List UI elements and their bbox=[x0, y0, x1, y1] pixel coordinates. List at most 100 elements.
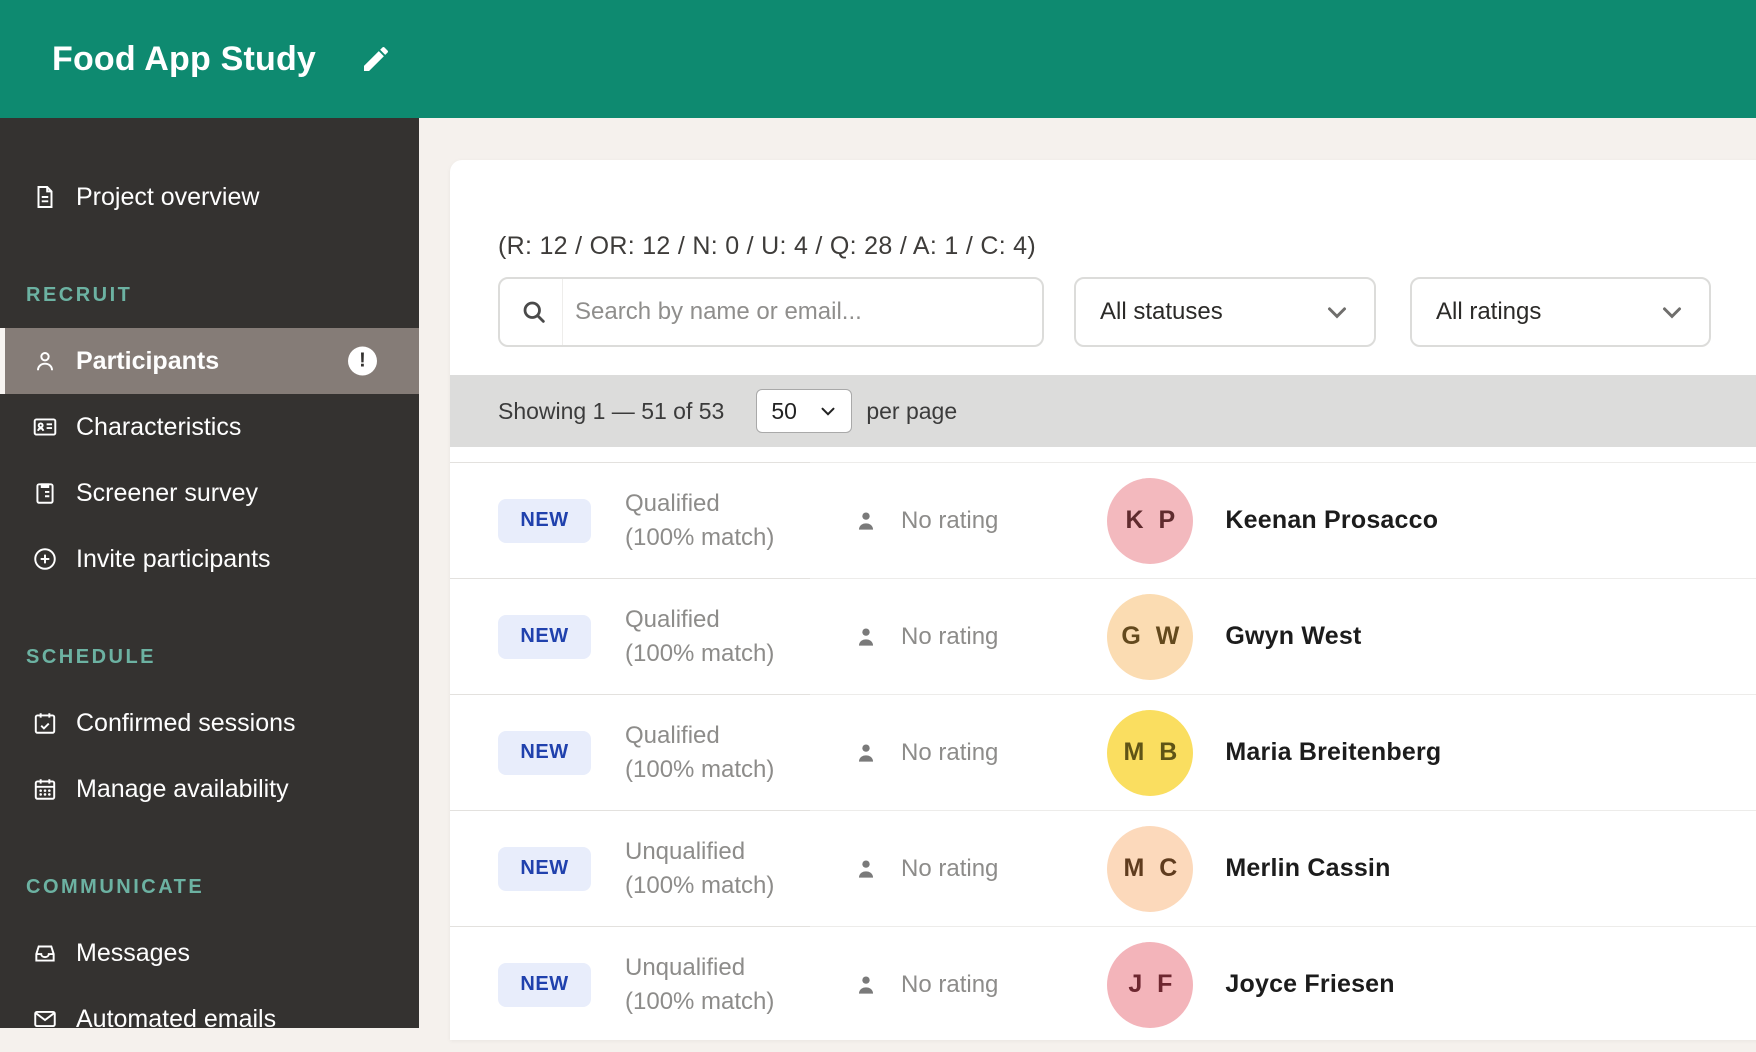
status-cell: NEW Unqualified (100% match) bbox=[450, 926, 810, 1042]
person-icon bbox=[853, 856, 879, 882]
sidebar-item-label: Automated emails bbox=[76, 1005, 276, 1034]
person-icon bbox=[853, 740, 879, 766]
rating-label: No rating bbox=[901, 855, 998, 883]
edit-title-button[interactable] bbox=[360, 43, 392, 75]
qualification-status: Qualified (100% match) bbox=[625, 487, 774, 555]
status-badge: NEW bbox=[498, 615, 591, 659]
chevron-down-icon bbox=[1322, 297, 1352, 327]
avatar: M B bbox=[1107, 710, 1193, 796]
rating-label: No rating bbox=[901, 507, 998, 535]
person-icon bbox=[853, 972, 879, 998]
sidebar-item-invite-participants[interactable]: Invite participants bbox=[0, 526, 419, 592]
sidebar-item-project-overview[interactable]: Project overview bbox=[0, 164, 419, 230]
per-page-label: per page bbox=[866, 398, 957, 425]
status-badge: NEW bbox=[498, 847, 591, 891]
participant-name[interactable]: Joyce Friesen bbox=[1225, 970, 1394, 999]
sidebar: Project overview RECRUIT Participants ! … bbox=[0, 118, 419, 1028]
per-page-select[interactable]: 50 bbox=[756, 389, 852, 433]
qualification-label: Unqualified bbox=[625, 835, 774, 869]
participant-row[interactable]: NEW Unqualified (100% match) No rating J… bbox=[450, 926, 1756, 1042]
participant-name[interactable]: Gwyn West bbox=[1225, 622, 1361, 651]
participant-row[interactable]: NEW Qualified (100% match) No rating G W… bbox=[450, 578, 1756, 694]
match-percentage: (100% match) bbox=[625, 753, 774, 787]
qualification-status: Unqualified (100% match) bbox=[625, 951, 774, 1019]
participant-cell: No rating J F Joyce Friesen bbox=[810, 926, 1756, 1042]
sidebar-item-participants[interactable]: Participants ! bbox=[0, 328, 419, 394]
match-percentage: (100% match) bbox=[625, 521, 774, 555]
rating-filter-value: All ratings bbox=[1436, 298, 1541, 326]
status-badge: NEW bbox=[498, 499, 591, 543]
status-cell: NEW Qualified (100% match) bbox=[450, 694, 810, 810]
participant-list: NEW Qualified (100% match) No rating K P… bbox=[450, 462, 1756, 1042]
status-filter-dropdown[interactable]: All statuses bbox=[1074, 277, 1376, 347]
qualification-label: Qualified bbox=[625, 719, 774, 753]
status-cell: NEW Unqualified (100% match) bbox=[450, 810, 810, 926]
showing-count: Showing 1 — 51 of 53 bbox=[498, 398, 724, 425]
participant-cell: No rating G W Gwyn West bbox=[810, 578, 1756, 694]
sidebar-item-label: Characteristics bbox=[76, 413, 241, 442]
pagination-bar: Showing 1 — 51 of 53 50 per page bbox=[450, 375, 1756, 447]
sidebar-item-screener-survey[interactable]: Screener survey bbox=[0, 460, 419, 526]
participant-row[interactable]: NEW Qualified (100% match) No rating K P… bbox=[450, 462, 1756, 578]
match-percentage: (100% match) bbox=[625, 985, 774, 1019]
chevron-down-icon bbox=[1657, 297, 1687, 327]
clipboard-icon bbox=[32, 480, 58, 506]
sidebar-item-label: Project overview bbox=[76, 183, 259, 212]
main-content: (R: 12 / OR: 12 / N: 0 / U: 4 / Q: 28 / … bbox=[419, 118, 1756, 1028]
inbox-icon bbox=[32, 940, 58, 966]
rating-label: No rating bbox=[901, 971, 998, 999]
search-box bbox=[498, 277, 1044, 347]
participant-stats-summary: (R: 12 / OR: 12 / N: 0 / U: 4 / Q: 28 / … bbox=[498, 232, 1756, 261]
participant-cell: No rating K P Keenan Prosacco bbox=[810, 462, 1756, 578]
spacer bbox=[450, 447, 1756, 462]
avatar: J F bbox=[1107, 942, 1193, 1028]
study-title: Food App Study bbox=[52, 40, 316, 79]
avatar: M C bbox=[1107, 826, 1193, 912]
filter-row: All statuses All ratings bbox=[498, 277, 1756, 347]
sidebar-item-characteristics[interactable]: Characteristics bbox=[0, 394, 419, 460]
sidebar-item-label: Confirmed sessions bbox=[76, 709, 296, 738]
qualification-label: Unqualified bbox=[625, 951, 774, 985]
chevron-down-icon bbox=[817, 400, 839, 422]
search-input[interactable] bbox=[563, 282, 1042, 342]
participant-name[interactable]: Maria Breitenberg bbox=[1225, 738, 1441, 767]
sidebar-item-label: Messages bbox=[76, 939, 190, 968]
qualification-label: Qualified bbox=[625, 603, 774, 637]
sidebar-item-manage-availability[interactable]: Manage availability bbox=[0, 756, 419, 822]
qualification-status: Qualified (100% match) bbox=[625, 719, 774, 787]
qualification-status: Qualified (100% match) bbox=[625, 603, 774, 671]
match-percentage: (100% match) bbox=[625, 869, 774, 903]
participant-row[interactable]: NEW Qualified (100% match) No rating M B… bbox=[450, 694, 1756, 810]
sidebar-section-recruit: RECRUIT bbox=[0, 278, 419, 312]
envelope-icon bbox=[32, 1006, 58, 1032]
participants-panel: (R: 12 / OR: 12 / N: 0 / U: 4 / Q: 28 / … bbox=[450, 160, 1756, 1040]
sidebar-item-confirmed-sessions[interactable]: Confirmed sessions bbox=[0, 690, 419, 756]
sidebar-item-label: Screener survey bbox=[76, 479, 258, 508]
participants-alert-icon: ! bbox=[348, 347, 377, 376]
participant-cell: No rating M C Merlin Cassin bbox=[810, 810, 1756, 926]
rating-label: No rating bbox=[901, 623, 998, 651]
sidebar-item-automated-emails[interactable]: Automated emails bbox=[0, 986, 419, 1052]
match-percentage: (100% match) bbox=[625, 637, 774, 671]
participant-name[interactable]: Keenan Prosacco bbox=[1225, 506, 1438, 535]
qualification-label: Qualified bbox=[625, 487, 774, 521]
id-card-icon bbox=[32, 414, 58, 440]
app-header: Food App Study bbox=[0, 0, 1756, 118]
sidebar-item-label: Manage availability bbox=[76, 775, 289, 804]
sidebar-section-schedule: SCHEDULE bbox=[0, 640, 419, 674]
rating-label: No rating bbox=[901, 739, 998, 767]
participant-cell: No rating M B Maria Breitenberg bbox=[810, 694, 1756, 810]
sidebar-item-messages[interactable]: Messages bbox=[0, 920, 419, 986]
participant-name[interactable]: Merlin Cassin bbox=[1225, 854, 1390, 883]
qualification-status: Unqualified (100% match) bbox=[625, 835, 774, 903]
sidebar-section-communicate: COMMUNICATE bbox=[0, 870, 419, 904]
status-badge: NEW bbox=[498, 731, 591, 775]
rating-filter-dropdown[interactable]: All ratings bbox=[1410, 277, 1711, 347]
search-icon bbox=[520, 298, 548, 326]
person-icon bbox=[853, 508, 879, 534]
status-filter-value: All statuses bbox=[1100, 298, 1223, 326]
calendar-grid-icon bbox=[32, 776, 58, 802]
participant-row[interactable]: NEW Unqualified (100% match) No rating M… bbox=[450, 810, 1756, 926]
status-badge: NEW bbox=[498, 963, 591, 1007]
person-icon bbox=[853, 624, 879, 650]
